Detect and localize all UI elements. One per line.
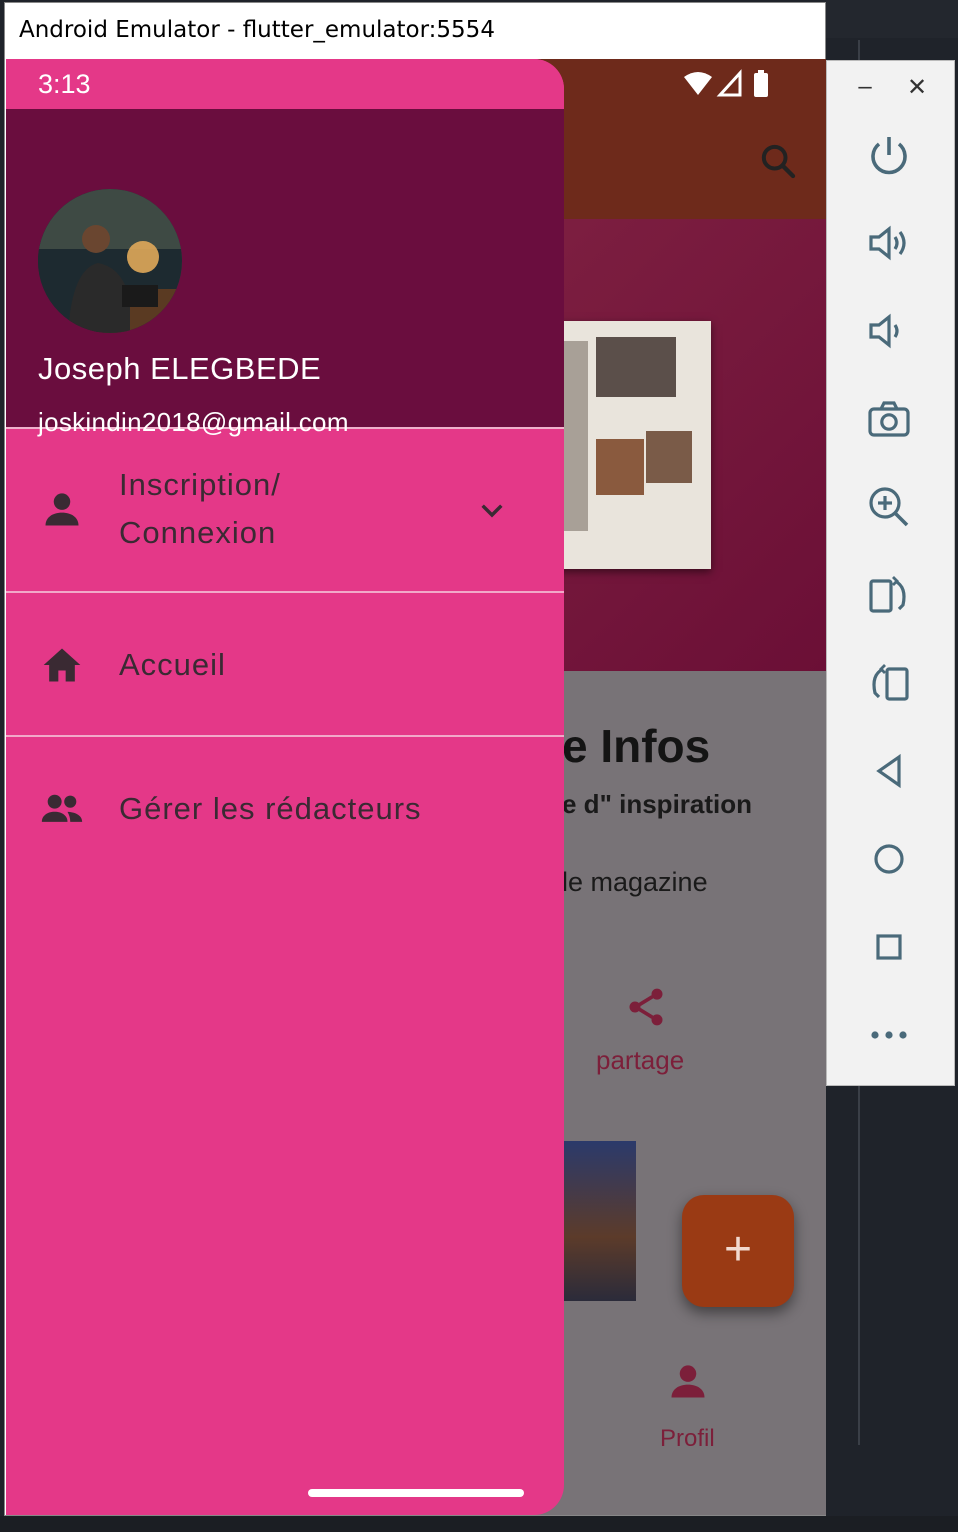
profile-icon[interactable] xyxy=(666,1359,710,1403)
drawer-item-accueil[interactable]: Accueil xyxy=(6,593,564,735)
minimize-button[interactable]: – xyxy=(853,73,877,103)
avatar-photo xyxy=(38,189,182,333)
content-heading: e Infos xyxy=(562,720,711,772)
volume-up-icon[interactable] xyxy=(865,219,913,267)
user-name: Joseph ELEGBEDE xyxy=(38,351,322,386)
search-icon[interactable] xyxy=(758,141,798,181)
emulator-titlebar[interactable]: Android Emulator - flutter_emulator:5554 xyxy=(5,3,825,59)
group-icon xyxy=(41,794,83,822)
avatar[interactable] xyxy=(38,189,182,333)
device-screen: e Infos e d" inspiration le magazine par… xyxy=(6,59,826,1515)
magazine-page-image xyxy=(546,321,711,569)
drawer-item-label: Accueil xyxy=(119,647,226,682)
status-time: 3:13 xyxy=(38,69,91,99)
rotate-left-icon[interactable] xyxy=(865,659,913,707)
status-icons xyxy=(684,69,768,97)
drawer-item-inscription[interactable]: Inscription/ Connexion xyxy=(6,431,564,591)
volume-down-icon[interactable] xyxy=(865,307,913,355)
drawer-status-bar: 3:13 xyxy=(6,59,564,109)
chevron-down-icon[interactable] xyxy=(476,495,508,527)
drawer-item-label-line2: Connexion xyxy=(119,515,277,550)
home-circle-icon[interactable] xyxy=(865,835,913,883)
close-button[interactable]: ✕ xyxy=(905,73,929,103)
navigation-drawer: 3:13 Joseph ELEGBEDE joskindin2018@gmail… xyxy=(6,59,564,1515)
drawer-item-label-line1: Inscription/ xyxy=(119,467,281,502)
home-icon xyxy=(43,648,81,682)
drawer-item-label: Gérer les rédacteurs xyxy=(119,791,422,826)
ide-top-strip xyxy=(826,0,958,38)
magazine-cover-image xyxy=(554,1141,636,1301)
power-icon[interactable] xyxy=(865,131,913,179)
back-icon[interactable] xyxy=(865,747,913,795)
add-fab-button[interactable]: + xyxy=(682,1195,794,1307)
content-magazine-text: le magazine xyxy=(562,867,708,897)
person-icon xyxy=(45,493,79,526)
zoom-icon[interactable] xyxy=(865,483,913,531)
emulator-toolbar: – ✕ xyxy=(826,60,955,1086)
rotate-right-icon[interactable] xyxy=(865,571,913,619)
home-indicator[interactable] xyxy=(308,1489,524,1497)
drawer-item-redacteurs[interactable]: Gérer les rédacteurs xyxy=(6,737,564,879)
overview-icon[interactable] xyxy=(865,923,913,971)
ide-bottom-strip xyxy=(0,1516,958,1532)
more-icon[interactable] xyxy=(865,1011,913,1059)
emulator-window: Android Emulator - flutter_emulator:5554… xyxy=(4,2,826,1516)
share-icon[interactable] xyxy=(624,985,668,1029)
profile-nav-label[interactable]: Profil xyxy=(660,1425,715,1453)
share-label[interactable]: partage xyxy=(596,1045,684,1076)
plus-icon: + xyxy=(723,1223,753,1276)
camera-icon[interactable] xyxy=(865,395,913,443)
drawer-header: Joseph ELEGBEDE joskindin2018@gmail.com xyxy=(6,109,564,437)
content-subheading: e d" inspiration xyxy=(562,789,753,819)
emulator-title: Android Emulator - flutter_emulator:5554 xyxy=(19,17,495,43)
